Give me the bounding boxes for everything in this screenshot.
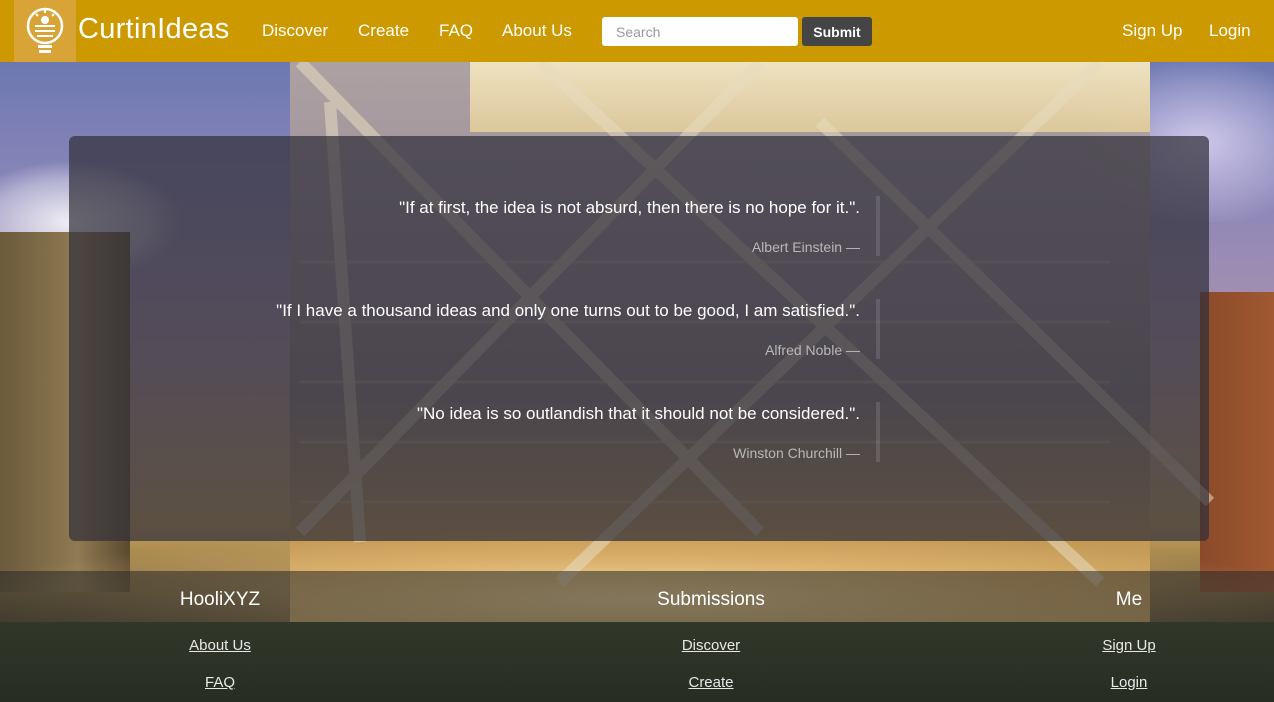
footer-heading: Me xyxy=(1115,589,1143,610)
quotes-panel: "If at first, the idea is not absurd, th… xyxy=(69,136,1209,541)
quote-text: "If at first, the idea is not absurd, th… xyxy=(399,198,860,217)
top-navbar: CurtinIdeas Discover Create FAQ About Us… xyxy=(0,0,1274,62)
footer-link-sign-up[interactable]: Sign Up xyxy=(979,637,1274,654)
nav-link-sign-up[interactable]: Sign Up xyxy=(1122,21,1182,41)
footer-link-discover[interactable]: Discover xyxy=(561,637,861,654)
footer-heading: HooliXYZ xyxy=(179,589,261,610)
brand-name[interactable]: CurtinIdeas xyxy=(78,13,230,46)
footer-heading: Submissions xyxy=(657,589,765,610)
nav-link-discover[interactable]: Discover xyxy=(262,21,328,41)
quote-text: "If I have a thousand ideas and only one… xyxy=(276,301,860,320)
submit-button[interactable]: Submit xyxy=(802,17,872,46)
quote-author: Alfred Noble — xyxy=(765,342,860,358)
footer-link-create[interactable]: Create xyxy=(561,674,861,691)
quote-author: Albert Einstein — xyxy=(751,239,860,255)
footer-link-faq[interactable]: FAQ xyxy=(70,674,370,691)
nav-link-about-us[interactable]: About Us xyxy=(502,21,572,41)
nav-link-faq[interactable]: FAQ xyxy=(439,21,473,41)
search-input[interactable] xyxy=(602,17,798,46)
lightbulb-icon[interactable] xyxy=(14,0,76,62)
nav-link-login[interactable]: Login xyxy=(1209,21,1251,41)
footer-link-about-us[interactable]: About Us xyxy=(70,637,370,654)
quote-text: "No idea is so outlandish that it should… xyxy=(416,404,860,423)
quote-block: "If at first, the idea is not absurd, th… xyxy=(399,196,880,256)
nav-link-create[interactable]: Create xyxy=(358,21,409,41)
quote-author: Winston Churchill — xyxy=(733,445,860,461)
quote-block: "No idea is so outlandish that it should… xyxy=(417,402,880,462)
footer-link-login[interactable]: Login xyxy=(979,674,1274,691)
footer: HooliXYZ About Us FAQ Submissions Discov… xyxy=(0,571,1274,702)
quote-block: "If I have a thousand ideas and only one… xyxy=(276,299,880,359)
